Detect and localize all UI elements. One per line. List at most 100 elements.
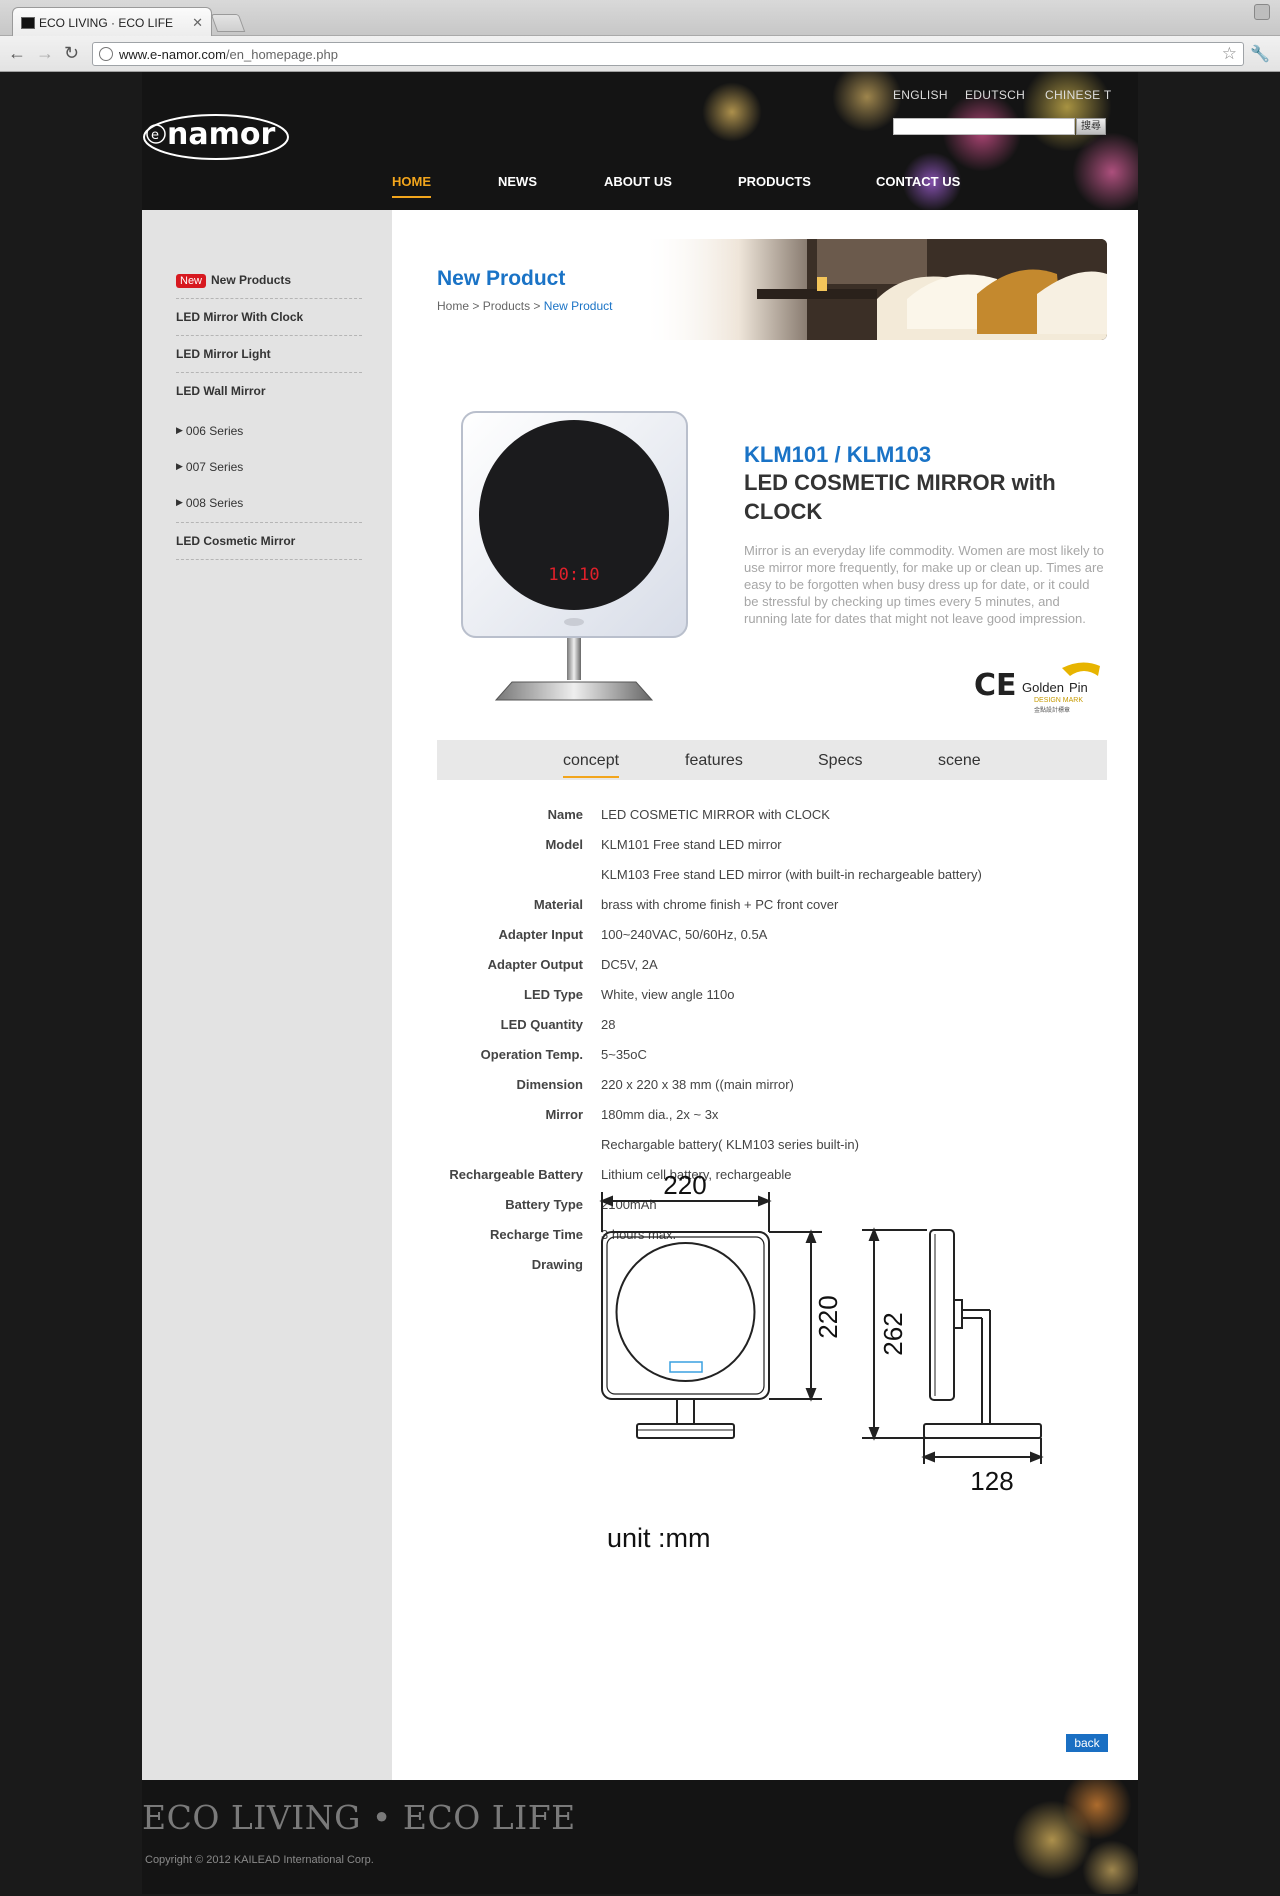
triangle-right-icon: ▶: [176, 425, 183, 435]
bokeh-light: [702, 82, 762, 142]
svg-text:DESIGN MARK: DESIGN MARK: [1034, 697, 1083, 704]
nav-products[interactable]: PRODUCTS: [738, 174, 811, 189]
search-button[interactable]: 搜尋: [1076, 118, 1106, 135]
bokeh-light: [1082, 1840, 1138, 1894]
sidebar-item-label: New Products: [211, 273, 292, 287]
url-host: www.e-namor.com: [119, 47, 226, 62]
spec-label: Operation Temp.: [480, 1047, 583, 1062]
new-tab-button[interactable]: [210, 14, 246, 32]
new-badge: New: [176, 274, 207, 288]
spec-label: Material: [533, 897, 583, 912]
svg-text:Pin: Pin: [1069, 680, 1088, 695]
spec-value: White, view angle 110o: [601, 987, 735, 1002]
nav-news[interactable]: NEWS: [498, 174, 537, 189]
spec-label: Adapter Input: [498, 927, 584, 942]
sidebar-item-led-mirror-light[interactable]: LED Mirror Light: [176, 336, 362, 373]
drawing-total-height-label: 262: [878, 1312, 908, 1355]
spec-value: 180mm dia., 2x ~ 3x: [601, 1107, 719, 1122]
sidebar-subitem-label: 006 Series: [185, 424, 244, 438]
sidebar-subitem-006-series[interactable]: ▶ 006 Series: [176, 424, 362, 438]
product-name: LED COSMETIC MIRROR with CLOCK: [744, 470, 1056, 524]
ce-mark-logo: CE: [974, 668, 1017, 703]
globe-icon: [99, 47, 113, 61]
svg-text:金點設計標章: 金點設計標章: [1034, 706, 1070, 714]
tab-scene[interactable]: scene: [938, 752, 981, 770]
svg-text:namor: namor: [167, 117, 275, 152]
site-container: e namor ENGLISH EDUTSCH CHINESE T 搜尋 HOM…: [142, 72, 1138, 1894]
enamor-logo[interactable]: e namor: [142, 112, 290, 162]
lang-dutch-link[interactable]: EDUTSCH: [965, 88, 1025, 102]
browser-toolbar: ← → ↻ www.e-namor.com/en_homepage.php ☆ …: [0, 36, 1280, 72]
nav-contact-us[interactable]: CONTACT US: [876, 174, 960, 189]
bookmark-star-icon[interactable]: ☆: [1222, 44, 1237, 64]
tab-specs[interactable]: Specs: [818, 752, 862, 770]
sidebar-item-led-mirror-with-clock[interactable]: LED Mirror With Clock: [176, 299, 362, 336]
lang-chinese-link[interactable]: CHINESE T: [1045, 88, 1112, 102]
spec-label: Mirror: [545, 1107, 583, 1122]
product-code: KLM101 / KLM103: [744, 442, 932, 467]
spec-label: LED Type: [524, 987, 583, 1002]
spec-label: Dimension: [516, 1077, 583, 1092]
site-header: e namor ENGLISH EDUTSCH CHINESE T 搜尋 HOM…: [142, 72, 1138, 210]
spec-value: 220 x 220 x 38 mm ((main mirror): [601, 1077, 794, 1092]
drawing-width-label: 220: [663, 1172, 706, 1200]
svg-text:e: e: [151, 128, 159, 143]
nav-about-us[interactable]: ABOUT US: [604, 174, 672, 189]
back-arrow-icon[interactable]: ←: [8, 44, 26, 62]
wrench-menu-icon[interactable]: 🔧: [1250, 44, 1270, 64]
spec-label: Adapter Output: [487, 957, 583, 972]
site-favicon-icon: [21, 17, 35, 29]
spec-value: brass with chrome finish + PC front cove…: [601, 897, 839, 912]
spec-value: DC5V, 2A: [601, 957, 658, 972]
spec-label: Model: [545, 837, 583, 852]
nav-home[interactable]: HOME: [392, 174, 431, 198]
window-control-icon[interactable]: [1254, 4, 1270, 20]
address-bar[interactable]: www.e-namor.com/en_homepage.php ☆: [92, 42, 1244, 66]
bokeh-light: [832, 72, 902, 132]
sidebar-item-led-wall-mirror[interactable]: LED Wall Mirror: [176, 373, 362, 410]
technical-drawing: 220 220 262 128 unit :mm: [599, 1172, 1044, 1553]
spec-value: Rechargable battery( KLM103 series built…: [601, 1137, 859, 1152]
spec-label: Battery Type: [505, 1197, 583, 1212]
footer-slogan: ECO LIVING • ECO LIFE: [142, 1798, 576, 1837]
sidebar: New New Products LED Mirror With Clock LE…: [142, 210, 392, 1780]
back-button[interactable]: back: [1066, 1734, 1108, 1752]
sidebar-subitem-007-series[interactable]: ▶ 007 Series: [176, 460, 362, 474]
spec-value: LED COSMETIC MIRROR with CLOCK: [601, 807, 830, 822]
url-path: /en_homepage.php: [225, 47, 338, 62]
tab-features[interactable]: features: [685, 752, 743, 770]
svg-text:Golden: Golden: [1022, 680, 1064, 695]
lang-english-link[interactable]: ENGLISH: [893, 88, 948, 102]
spec-value: 5~35oC: [601, 1047, 647, 1062]
spec-label: LED Quantity: [500, 1017, 583, 1032]
sidebar-subitem-008-series[interactable]: ▶ 008 Series: [176, 496, 362, 510]
footer-copyright: Copyright © 2012 KAILEAD International C…: [145, 1854, 374, 1866]
product-description: Mirror is an everyday life commodity. Wo…: [744, 543, 1105, 626]
spec-label: Name: [547, 807, 583, 822]
reload-icon[interactable]: ↻: [64, 44, 79, 62]
spec-value: 100~240VAC, 50/60Hz, 0.5A: [601, 927, 768, 942]
sidebar-item-new-products[interactable]: New New Products: [176, 262, 362, 299]
site-footer: ECO LIVING • ECO LIFE Copyright © 2012 K…: [142, 1780, 1138, 1894]
spec-label: Rechargeable Battery: [449, 1167, 583, 1182]
browser-tab-bar: ECO LIVING · ECO LIFE ✕: [0, 0, 1280, 37]
tab-title: ECO LIVING · ECO LIFE: [39, 16, 174, 30]
spec-value: KLM103 Free stand LED mirror (with built…: [601, 867, 982, 882]
drawing-height-label: 220: [813, 1295, 843, 1338]
close-icon[interactable]: ✕: [192, 15, 203, 31]
golden-pin-design-mark-logo: Golden Pin DESIGN MARK 金點設計標章: [1022, 662, 1100, 714]
drawing-depth-label: 128: [970, 1466, 1013, 1496]
forward-arrow-icon[interactable]: →: [36, 44, 54, 62]
sidebar-subitem-label: 007 Series: [185, 460, 244, 474]
triangle-right-icon: ▶: [176, 461, 183, 471]
main-content: New New Products LED Mirror With Clock LE…: [142, 210, 1138, 1780]
sidebar-subitem-label: 008 Series: [185, 496, 244, 510]
triangle-right-icon: ▶: [176, 497, 183, 507]
spec-value: KLM101 Free stand LED mirror: [601, 837, 782, 852]
search-input[interactable]: [893, 118, 1075, 135]
browser-tab[interactable]: ECO LIVING · ECO LIFE ✕: [12, 7, 212, 37]
drawing-unit-label: unit :mm: [607, 1523, 711, 1553]
bokeh-light: [1072, 132, 1138, 210]
spec-label: Drawing: [531, 1257, 583, 1272]
sidebar-item-led-cosmetic-mirror[interactable]: LED Cosmetic Mirror: [176, 523, 362, 560]
